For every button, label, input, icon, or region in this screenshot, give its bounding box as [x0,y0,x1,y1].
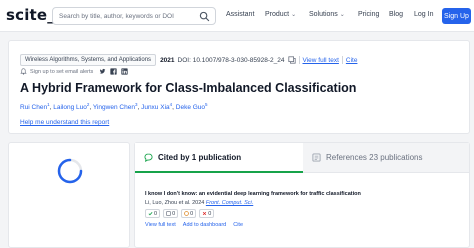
author-list: Rui Chen1, Lailong Luo2, Yingwen Chen3, … [20,102,208,112]
smart-citations-panel [8,142,130,248]
author-link[interactable]: Junxu Xia4 [141,102,173,112]
author-affiliation: 2 [86,102,90,107]
author-link[interactable]: Deke Guo5 [175,102,208,112]
mention-icon [166,211,171,216]
mentioning-stat[interactable]: 0 [163,209,179,218]
search-input[interactable] [59,12,199,20]
author-name: Deke Guo [175,104,206,112]
view-full-text-link[interactable]: View full text [303,57,339,64]
venue-row: Wireless Algorithms, Systems, and Applic… [20,54,357,66]
author-affiliation: 1 [47,102,50,107]
nav-blog[interactable]: Blog [389,11,403,18]
paper-header-card: Wireless Algorithms, Systems, and Applic… [8,40,470,134]
mentioning-count: 0 [172,210,176,217]
chevron-down-icon: ⌄ [291,12,297,18]
share-buttons [99,68,128,75]
top-navigation: scite_ Assistant Product⌄ Solutions⌄ Pri… [0,0,474,32]
references-icon [312,153,321,162]
divider [298,56,300,64]
search-box[interactable] [52,7,216,25]
citing-publication: I know I don't know: an evidential deep … [145,191,465,228]
author-name: Rui Chen [20,104,48,112]
email-alerts-link[interactable]: Sign up to set email alerts [30,69,93,75]
author-affiliation: 4 [169,102,173,107]
author-link[interactable]: Yingwen Chen3 [92,102,138,112]
tab-cited-by[interactable]: Cited by 1 publication [135,143,303,173]
help-understand-link[interactable]: Help me understand this report [20,119,109,126]
twitter-icon[interactable] [99,68,106,75]
citing-authors-year: Li, Luo, Zhou et al. 2024 [145,200,205,206]
citations-panel: Cited by 1 publication References 23 pub… [134,142,470,248]
author-name: Lailong Luo [53,104,87,112]
citing-title[interactable]: I know I don't know: an evidential deep … [145,191,465,197]
author-name: Yingwen Chen [92,104,135,112]
tab-cited-by-label: Cited by 1 publication [158,152,242,162]
supporting-stat[interactable]: 0 [145,209,161,218]
citing-journal-link[interactable]: Front. Comput. Sci. [206,200,253,206]
search-icon[interactable] [199,11,210,22]
contrasting-stat[interactable]: 0 [181,209,197,218]
nav-login[interactable]: Log In [414,11,433,18]
bell-icon[interactable] [20,68,27,75]
author-affiliation: 5 [205,102,208,107]
author-link[interactable]: Lailong Luo2 [53,102,90,112]
check-icon [148,212,153,216]
author-name: Junxu Xia [141,104,170,112]
alert-row: Sign up to set email alerts [20,68,128,75]
loading-spinner-icon [57,158,83,184]
nav-solutions[interactable]: Solutions ⌄ [309,11,345,18]
citing-view-full-text-link[interactable]: View full text [145,222,176,228]
nav-product[interactable]: Product ⌄ [265,11,296,18]
citation-stats: 0 0 0 0 [145,209,465,218]
quote-icon [144,152,153,162]
divider [341,56,343,64]
facebook-icon[interactable] [110,68,117,75]
citing-stat[interactable]: 0 [199,209,215,218]
nav-product-label: Product [265,11,290,18]
citing-meta: Li, Luo, Zhou et al. 2024 Front. Comput.… [145,200,465,206]
cross-icon [203,211,207,216]
journal-badge[interactable]: Wireless Algorithms, Systems, and Applic… [20,54,157,66]
nav-solutions-label: Solutions [309,11,338,18]
tab-references-label: References 23 publications [326,153,423,162]
citing-count: 0 [208,210,212,217]
supporting-count: 0 [154,210,158,217]
cite-link[interactable]: Cite [346,57,358,64]
add-to-dashboard-link[interactable]: Add to dashboard [183,222,226,228]
doi-text: DOI: 10.1007/978-3-030-85928-2_24 [177,56,285,64]
author-affiliation: 3 [134,102,138,107]
copy-icon[interactable] [287,56,296,64]
nav-assistant[interactable]: Assistant [226,11,254,18]
citing-actions: View full text Add to dashboard Cite [145,222,465,228]
publication-year: 2021 [160,56,175,64]
linkedin-icon[interactable] [121,68,128,75]
nav-pricing[interactable]: Pricing [358,11,379,18]
chevron-down-icon: ⌄ [339,12,345,18]
question-icon [184,211,189,216]
contrasting-count: 0 [190,210,194,217]
tab-references[interactable]: References 23 publications [303,143,469,173]
signup-button[interactable]: Sign Up [442,8,471,24]
scite-logo[interactable]: scite_ [6,6,55,24]
paper-title: A Hybrid Framework for Class-Imbalanced … [20,81,357,95]
citing-cite-link[interactable]: Cite [233,222,243,228]
author-link[interactable]: Rui Chen1 [20,102,50,112]
